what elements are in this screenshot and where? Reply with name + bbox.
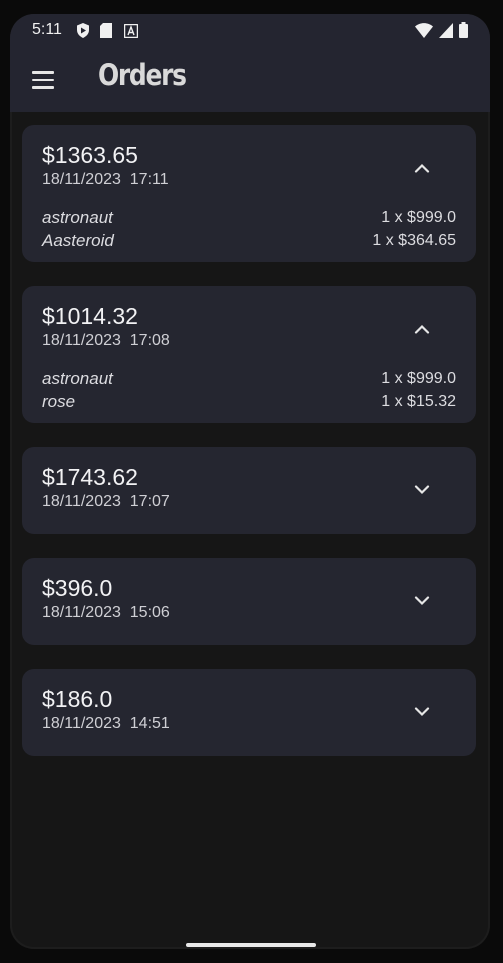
item-name: astronaut bbox=[42, 208, 113, 227]
order-items: astronaut 1 x $999.0 Aasteroid 1 x $364.65 bbox=[42, 206, 456, 252]
order-datetime: 18/11/2023 17:11 bbox=[42, 170, 456, 190]
order-datetime: 18/11/2023 14:51 bbox=[42, 714, 456, 734]
item-name: astronaut bbox=[42, 369, 113, 388]
phone-screen: 5:11 Orders $1363.65 18/11/2023 17:11 as… bbox=[10, 14, 490, 949]
order-items: astronaut 1 x $999.0 rose 1 x $15.32 bbox=[42, 367, 456, 413]
order-card[interactable]: $396.0 18/11/2023 15:06 bbox=[22, 558, 476, 645]
order-total: $396.0 bbox=[42, 575, 113, 601]
order-datetime: 18/11/2023 17:08 bbox=[42, 331, 456, 351]
page-title: Orders bbox=[98, 58, 187, 92]
item-name: Aasteroid bbox=[42, 231, 114, 250]
order-card[interactable]: $186.0 18/11/2023 14:51 bbox=[22, 669, 476, 756]
keyboard-a-icon bbox=[123, 23, 139, 39]
order-card[interactable]: $1363.65 18/11/2023 17:11 astronaut 1 x $99… bbox=[22, 125, 476, 262]
chevron-down-icon bbox=[414, 591, 430, 610]
order-total: $1363.65 bbox=[42, 142, 138, 168]
order-item-row: astronaut 1 x $999.0 bbox=[42, 206, 456, 229]
order-item-row: Aasteroid 1 x $364.65 bbox=[42, 229, 456, 252]
order-total: $186.0 bbox=[42, 686, 113, 712]
order-time: 17:07 bbox=[129, 493, 170, 510]
order-card[interactable]: $1743.62 18/11/2023 17:07 bbox=[22, 447, 476, 534]
chevron-down-icon bbox=[414, 480, 430, 499]
item-quantity-price: 1 x $364.65 bbox=[372, 232, 456, 249]
order-total: $1743.62 bbox=[42, 464, 138, 490]
hamburger-icon bbox=[32, 71, 54, 74]
order-time: 17:11 bbox=[129, 171, 169, 188]
order-date: 18/11/2023 bbox=[42, 171, 121, 188]
order-date: 18/11/2023 bbox=[42, 493, 121, 510]
battery-icon bbox=[459, 22, 468, 42]
wifi-icon bbox=[415, 22, 433, 42]
order-date: 18/11/2023 bbox=[42, 332, 121, 349]
status-time: 5:11 bbox=[32, 21, 62, 38]
order-card[interactable]: $1014.32 18/11/2023 17:08 astronaut 1 x $99… bbox=[22, 286, 476, 423]
chevron-down-icon bbox=[414, 702, 430, 721]
menu-button[interactable] bbox=[24, 64, 64, 96]
collapse-button[interactable] bbox=[410, 155, 434, 179]
expand-button[interactable] bbox=[410, 477, 434, 501]
order-item-row: rose 1 x $15.32 bbox=[42, 390, 456, 413]
order-list: $1363.65 18/11/2023 17:11 astronaut 1 x $99… bbox=[22, 125, 476, 780]
item-quantity-price: 1 x $999.0 bbox=[381, 370, 456, 387]
order-datetime: 18/11/2023 17:07 bbox=[42, 492, 456, 512]
expand-button[interactable] bbox=[410, 699, 434, 723]
order-item-row: astronaut 1 x $999.0 bbox=[42, 367, 456, 390]
chevron-up-icon bbox=[414, 319, 430, 338]
sd-card-icon bbox=[100, 23, 114, 38]
play-protect-icon bbox=[76, 23, 90, 38]
collapse-button[interactable] bbox=[410, 316, 434, 340]
gesture-nav-handle[interactable] bbox=[186, 943, 316, 947]
cellular-signal-icon bbox=[439, 22, 453, 42]
chevron-up-icon bbox=[414, 158, 430, 177]
item-quantity-price: 1 x $15.32 bbox=[381, 393, 456, 410]
order-datetime: 18/11/2023 15:06 bbox=[42, 603, 456, 623]
order-time: 15:06 bbox=[129, 604, 170, 621]
item-name: rose bbox=[42, 392, 76, 411]
order-total: $1014.32 bbox=[42, 303, 138, 329]
order-date: 18/11/2023 bbox=[42, 715, 121, 732]
order-date: 18/11/2023 bbox=[42, 604, 121, 621]
order-time: 17:08 bbox=[129, 332, 170, 349]
expand-button[interactable] bbox=[410, 588, 434, 612]
order-time: 14:51 bbox=[129, 715, 170, 732]
item-quantity-price: 1 x $999.0 bbox=[381, 209, 456, 226]
app-bar: Orders bbox=[10, 48, 490, 112]
status-bar: 5:11 bbox=[10, 14, 490, 48]
